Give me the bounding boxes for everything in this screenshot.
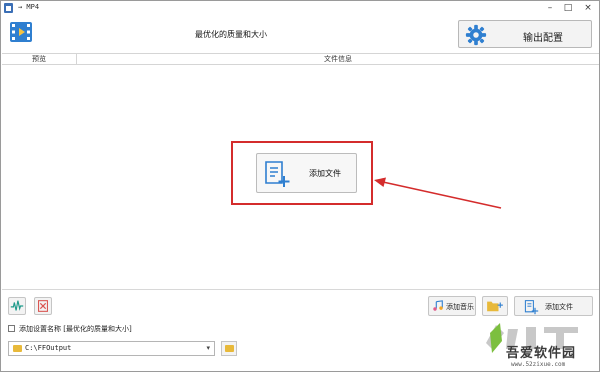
output-config-button[interactable]: 输出配置 bbox=[458, 20, 592, 48]
add-setting-name-checkbox[interactable] bbox=[8, 325, 15, 332]
watermark-brand: 吾爱软件园 bbox=[506, 346, 577, 361]
profile-title: 最优化的质量和大小 bbox=[195, 30, 267, 39]
folder-add-icon bbox=[487, 301, 503, 312]
add-music-button[interactable]: 添加音乐 bbox=[428, 296, 476, 316]
add-folder-button[interactable] bbox=[482, 296, 508, 316]
add-file-center-label: 添加文件 bbox=[309, 169, 341, 178]
maximize-button[interactable]: □ bbox=[561, 2, 575, 14]
column-file-info[interactable]: 文件信息 bbox=[77, 54, 599, 65]
watermark-url: www.52zixue.com bbox=[511, 361, 566, 368]
annotation-arrow bbox=[374, 177, 502, 209]
audio-wave-button[interactable] bbox=[8, 297, 26, 315]
folder-icon bbox=[225, 345, 234, 352]
video-file-icon bbox=[10, 22, 32, 42]
close-button[interactable]: × bbox=[581, 2, 595, 14]
file-list-header: 预览 文件信息 bbox=[2, 53, 599, 65]
output-path-value: C:\FFOutput bbox=[25, 344, 72, 352]
audio-wave-icon bbox=[10, 300, 24, 311]
app-window: → MP4 – □ × 最优化的质量和大小 输出配置 预览 文件信息 添加文件 … bbox=[0, 0, 600, 372]
browse-folder-button[interactable] bbox=[221, 341, 237, 356]
music-note-icon bbox=[433, 300, 443, 311]
output-config-label: 输出配置 bbox=[523, 33, 563, 44]
add-document-icon bbox=[265, 161, 290, 187]
column-preview[interactable]: 预览 bbox=[2, 54, 77, 65]
add-file-label: 添加文件 bbox=[545, 303, 573, 311]
delete-icon bbox=[38, 300, 48, 312]
title-bar: → MP4 – □ × bbox=[1, 1, 599, 15]
add-file-button[interactable]: 添加文件 bbox=[514, 296, 593, 316]
minimize-button[interactable]: – bbox=[543, 2, 557, 14]
app-icon bbox=[4, 3, 13, 13]
delete-button[interactable] bbox=[34, 297, 52, 315]
header: 最优化的质量和大小 输出配置 bbox=[1, 15, 599, 53]
add-file-center-button[interactable]: 添加文件 bbox=[256, 153, 357, 193]
add-setting-name-label: 添加设置名称 [最优化的质量和大小] bbox=[19, 325, 132, 333]
window-title: → MP4 bbox=[18, 3, 40, 11]
output-path-select[interactable]: C:\FFOutput ▾ bbox=[8, 341, 215, 356]
add-document-icon bbox=[524, 300, 539, 315]
add-music-label: 添加音乐 bbox=[446, 303, 474, 311]
gear-icon bbox=[465, 24, 487, 46]
folder-icon bbox=[13, 345, 22, 352]
chevron-down-icon: ▾ bbox=[206, 344, 210, 352]
